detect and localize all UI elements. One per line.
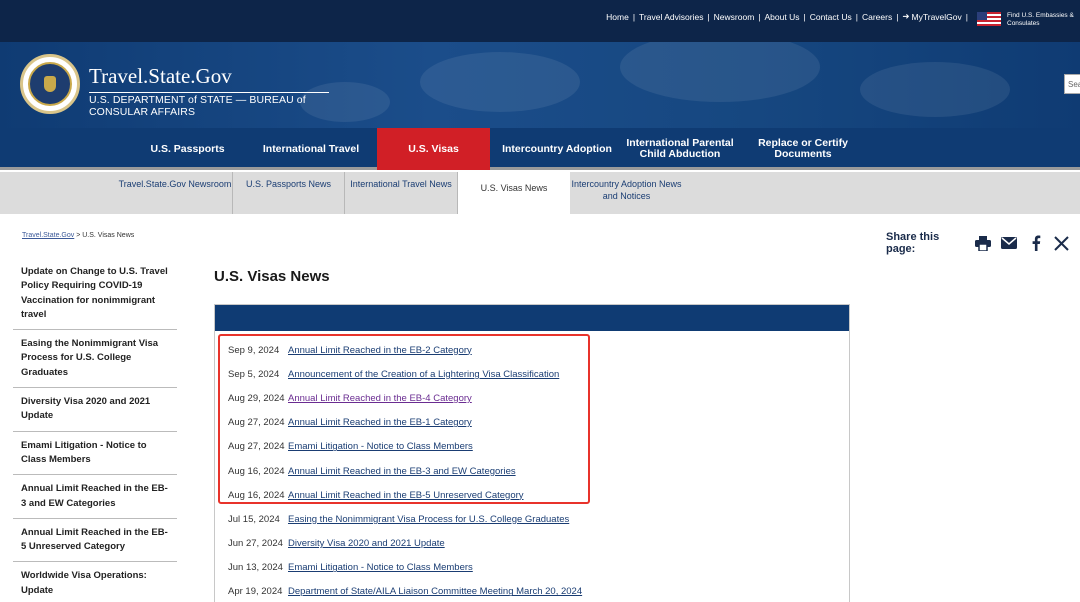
department-seal-logo[interactable] [20, 54, 80, 114]
utility-bar: Home | Travel Advisories | Newsroom | About… [0, 0, 1080, 42]
subnav-international-travel-news[interactable]: International Travel News [345, 172, 458, 214]
sidebar-item-emami-litigation[interactable]: Emami Litigation - Notice to Class Membe… [13, 432, 177, 476]
sign-in-icon: ➜ [902, 11, 910, 21]
breadcrumb-current: U.S. Visas News [82, 232, 135, 239]
utility-link-travel-advisories[interactable]: Travel Advisories [639, 12, 703, 22]
sidebar-item-diversity-visa[interactable]: Diversity Visa 2020 and 2021 Update [13, 388, 177, 432]
news-link[interactable]: Annual Limit Reached in the EB-2 Categor… [288, 345, 472, 356]
breadcrumb: Travel.State.Gov > U.S. Visas News [22, 232, 134, 239]
utility-links: Home | Travel Advisories | Newsroom | About… [606, 11, 968, 22]
news-date: Aug 16, 2024 [228, 465, 285, 477]
news-link[interactable]: Annual Limit Reached in the EB-4 Categor… [288, 393, 472, 404]
news-date: Jul 15, 2024 [228, 513, 280, 525]
news-link[interactable]: Annual Limit Reached in the EB-5 Unreser… [288, 490, 524, 501]
breadcrumb-home-link[interactable]: Travel.State.Gov [22, 232, 74, 239]
site-banner: Travel.State.Gov U.S. DEPARTMENT of STAT… [0, 42, 1080, 128]
site-title[interactable]: Travel.State.Gov [89, 64, 232, 89]
utility-link-mytravelgov[interactable]: MyTravelGov [912, 12, 962, 22]
facebook-icon[interactable] [1028, 234, 1044, 252]
site-subtitle: U.S. DEPARTMENT of STATE — BUREAU of CON… [89, 92, 329, 118]
news-item: Apr 19, 2024 Department of State/AILA Li… [228, 580, 582, 602]
news-panel-header [215, 305, 849, 331]
news-item: Aug 27, 2024 Emami Litigation - Notice t… [228, 435, 582, 459]
sidebar-nav: Update on Change to U.S. Travel Policy R… [13, 258, 177, 602]
news-date: Aug 29, 2024 [228, 392, 285, 404]
news-item: Jun 27, 2024 Diversity Visa 2020 and 202… [228, 532, 582, 556]
search-input[interactable]: Sea [1064, 74, 1080, 94]
utility-link-about-us[interactable]: About Us [765, 12, 800, 22]
nav-international-travel[interactable]: International Travel [250, 128, 372, 170]
print-icon[interactable] [975, 234, 992, 252]
utility-link-newsroom[interactable]: Newsroom [714, 12, 755, 22]
news-date: Jun 13, 2024 [228, 562, 283, 574]
utility-link-home[interactable]: Home [606, 12, 629, 22]
subnav-us-visas-news[interactable]: U.S. Visas News [458, 172, 570, 214]
sidebar-item-eb5-unreserved[interactable]: Annual Limit Reached in the EB-5 Unreser… [13, 519, 177, 563]
news-item: Sep 9, 2024 Annual Limit Reached in the … [228, 338, 582, 362]
news-date: Aug 27, 2024 [228, 441, 285, 453]
news-item: Aug 29, 2024 Annual Limit Reached in the… [228, 386, 582, 410]
subnav-intercountry-adoption-news[interactable]: Intercountry Adoption News and Notices [570, 172, 683, 214]
news-link[interactable]: Diversity Visa 2020 and 2021 Update [288, 538, 445, 549]
news-item: Sep 5, 2024 Announcement of the Creation… [228, 362, 582, 386]
email-icon[interactable] [1001, 234, 1018, 252]
subnav-passports-news[interactable]: U.S. Passports News [233, 172, 345, 214]
page-title: U.S. Visas News [214, 268, 330, 285]
news-link[interactable]: Annual Limit Reached in the EB-1 Categor… [288, 417, 472, 428]
share-bar: Share this page: [886, 231, 1080, 255]
news-date: Apr 19, 2024 [228, 586, 283, 598]
news-link[interactable]: Emami Litigation - Notice to Class Membe… [288, 562, 473, 573]
news-link[interactable]: Department of State/AILA Liaison Committ… [288, 586, 582, 597]
news-item: Aug 16, 2024 Annual Limit Reached in the… [228, 483, 582, 507]
news-date: Aug 16, 2024 [228, 489, 285, 501]
share-label: Share this page: [886, 231, 940, 255]
news-item: Aug 27, 2024 Annual Limit Reached in the… [228, 411, 582, 435]
news-link[interactable]: Annual Limit Reached in the EB-3 and EW … [288, 466, 516, 477]
news-link[interactable]: Easing the Nonimmigrant Visa Process for… [288, 514, 569, 525]
news-link[interactable]: Emami Litigation - Notice to Class Membe… [288, 441, 473, 452]
main-nav: U.S. Passports International Travel U.S.… [0, 128, 1080, 170]
news-date: Aug 27, 2024 [228, 417, 285, 429]
sidebar-item-easing-nonimmigrant-visa[interactable]: Easing the Nonimmigrant Visa Process for… [13, 330, 177, 389]
news-link[interactable]: Announcement of the Creation of a Lighte… [288, 369, 559, 380]
nav-parental-child-abduction[interactable]: International Parental Child Abduction [620, 128, 740, 170]
news-item: Aug 16, 2024 Annual Limit Reached in the… [228, 459, 582, 483]
nav-us-passports[interactable]: U.S. Passports [140, 128, 235, 170]
subnav-newsroom[interactable]: Travel.State.Gov Newsroom [118, 172, 233, 214]
news-item: Jul 15, 2024 Easing the Nonimmigrant Vis… [228, 507, 582, 531]
nav-intercountry-adoption[interactable]: Intercountry Adoption [497, 128, 617, 170]
sidebar-item-worldwide-visa-operations[interactable]: Worldwide Visa Operations: Update [13, 562, 177, 602]
utility-link-careers[interactable]: Careers [862, 12, 892, 22]
news-date: Sep 5, 2024 [228, 368, 280, 380]
sidebar-item-covid-vaccination[interactable]: Update on Change to U.S. Travel Policy R… [13, 258, 177, 331]
utility-link-contact-us[interactable]: Contact Us [810, 12, 852, 22]
news-date: Jun 27, 2024 [228, 538, 283, 550]
us-flag-icon[interactable] [977, 12, 1001, 26]
news-panel: Sep 9, 2024 Annual Limit Reached in the … [214, 304, 850, 602]
nav-us-visas[interactable]: U.S. Visas [377, 128, 490, 170]
nav-replace-certify-documents[interactable]: Replace or Certify Documents [745, 128, 861, 170]
news-list: Sep 9, 2024 Annual Limit Reached in the … [228, 338, 582, 602]
news-item: Jun 13, 2024 Emami Litigation - Notice t… [228, 556, 582, 580]
sidebar-item-eb3-ew[interactable]: Annual Limit Reached in the EB-3 and EW … [13, 475, 177, 519]
find-embassies-link[interactable]: Find U.S. Embassies & Consulates [1007, 12, 1077, 28]
sub-nav: Travel.State.Gov Newsroom U.S. Passports… [0, 172, 1080, 214]
news-date: Sep 9, 2024 [228, 344, 280, 356]
x-icon[interactable] [1054, 234, 1070, 252]
